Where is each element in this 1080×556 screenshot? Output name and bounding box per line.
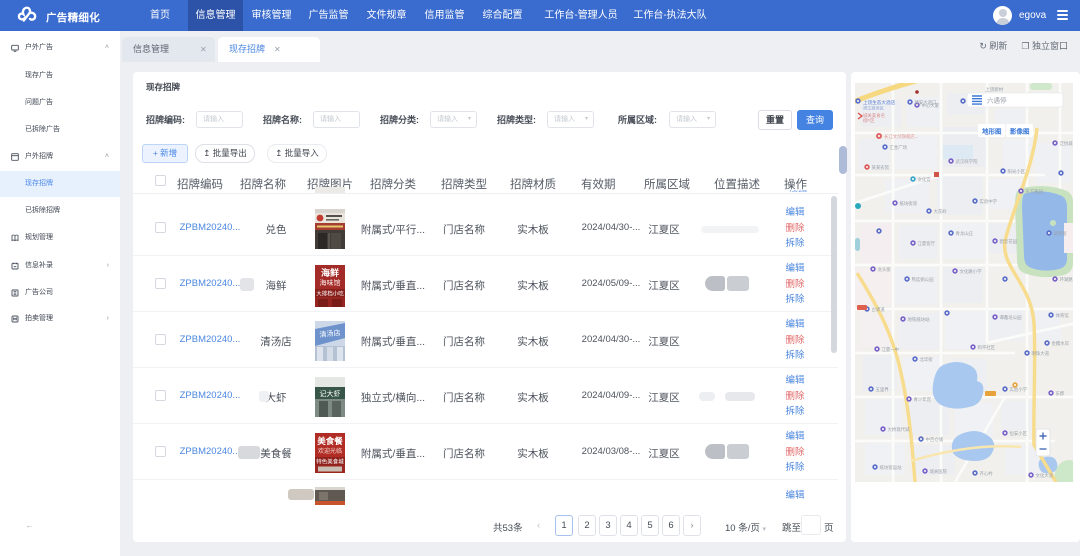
svg-text:齐心村: 齐心村 — [980, 470, 994, 477]
svg-text:大桥现代城: 大桥现代城 — [888, 426, 911, 433]
svg-text:海味馆: 海味馆 — [320, 278, 341, 287]
svg-text:古驿道: 古驿道 — [872, 306, 886, 313]
svg-text:龙头街: 龙头街 — [878, 266, 892, 273]
svg-text:谭鑫培公园: 谭鑫培公园 — [1000, 314, 1023, 321]
svg-text:影像图: 影像图 — [1010, 127, 1030, 136]
svg-text:六遇停: 六遇停 — [987, 96, 1007, 105]
svg-text:江夏客厅: 江夏客厅 — [918, 240, 936, 247]
svg-text:和平社区: 和平社区 — [978, 344, 996, 351]
svg-text:中百仓储: 中百仓储 — [926, 436, 944, 443]
svg-text:青龙山庄: 青龙山庄 — [956, 230, 974, 237]
svg-text:江夏一中: 江夏一中 — [882, 346, 900, 353]
svg-text:城关医院: 城关医院 — [930, 468, 948, 475]
svg-text:汇金广场: 汇金广场 — [890, 144, 908, 151]
svg-text:记大虾: 记大虾 — [320, 389, 341, 398]
svg-text:泛悦城: 泛悦城 — [1060, 140, 1074, 147]
svg-text:阳光小区: 阳光小区 — [1008, 168, 1026, 175]
svg-text:文化大道: 文化大道 — [1036, 472, 1054, 479]
svg-text:长江文创旗舰店...: 长江文创旗舰店... — [884, 133, 918, 140]
svg-text:体育馆: 体育馆 — [1056, 312, 1070, 319]
svg-text:建安大道口: 建安大道口 — [915, 99, 937, 106]
svg-text:恒安小区: 恒安小区 — [1010, 430, 1028, 437]
svg-text:美食餐: 美食餐 — [317, 436, 343, 446]
svg-text:地形图: 地形图 — [982, 127, 1002, 136]
svg-text:欢迎光临: 欢迎光临 — [318, 447, 342, 455]
svg-text:青少年宫: 青少年宫 — [914, 396, 932, 403]
svg-text:熊廷弼公园: 熊廷弼公园 — [912, 276, 935, 283]
svg-text:滨江商务区: 滨江商务区 — [863, 105, 884, 112]
svg-text:纸坊客运站: 纸坊客运站 — [880, 464, 903, 471]
svg-text:明珠大道: 明珠大道 — [1032, 350, 1050, 357]
svg-text:湖景居: 湖景居 — [1054, 230, 1068, 237]
svg-text:金樱水岸: 金樱水岸 — [1052, 340, 1070, 347]
svg-text:特色美食城: 特色美食城 — [316, 458, 344, 466]
svg-text:东方雅园: 东方雅园 — [1026, 188, 1044, 195]
svg-text:大花岭: 大花岭 — [934, 208, 948, 215]
svg-text:环湖路: 环湖路 — [1060, 276, 1074, 283]
svg-text:东郡: 东郡 — [1056, 390, 1065, 397]
svg-text:纸坊街道: 纸坊街道 — [900, 200, 918, 207]
svg-text:文化路小学: 文化路小学 — [960, 268, 983, 275]
svg-text:碧云花园: 碧云花园 — [1000, 238, 1018, 245]
svg-text:武汉商学院: 武汉商学院 — [956, 158, 979, 165]
svg-text:五里界: 五里界 — [876, 387, 890, 393]
svg-text:上饶新村: 上饶新村 — [985, 86, 1004, 93]
svg-text:大排档小吃: 大排档小吃 — [316, 290, 344, 298]
svg-text:地铁纸坊站: 地铁纸坊站 — [908, 316, 931, 323]
svg-text:某某农贸: 某某农贸 — [872, 164, 890, 171]
svg-text:北华街: 北华街 — [920, 356, 934, 363]
svg-text:实验小学: 实验小学 — [1010, 386, 1028, 393]
svg-text:街F区: 街F区 — [863, 117, 875, 124]
svg-text:实验中学: 实验中学 — [980, 198, 998, 205]
svg-text:海鲜: 海鲜 — [321, 267, 339, 278]
svg-text:文化宫: 文化宫 — [918, 176, 932, 183]
